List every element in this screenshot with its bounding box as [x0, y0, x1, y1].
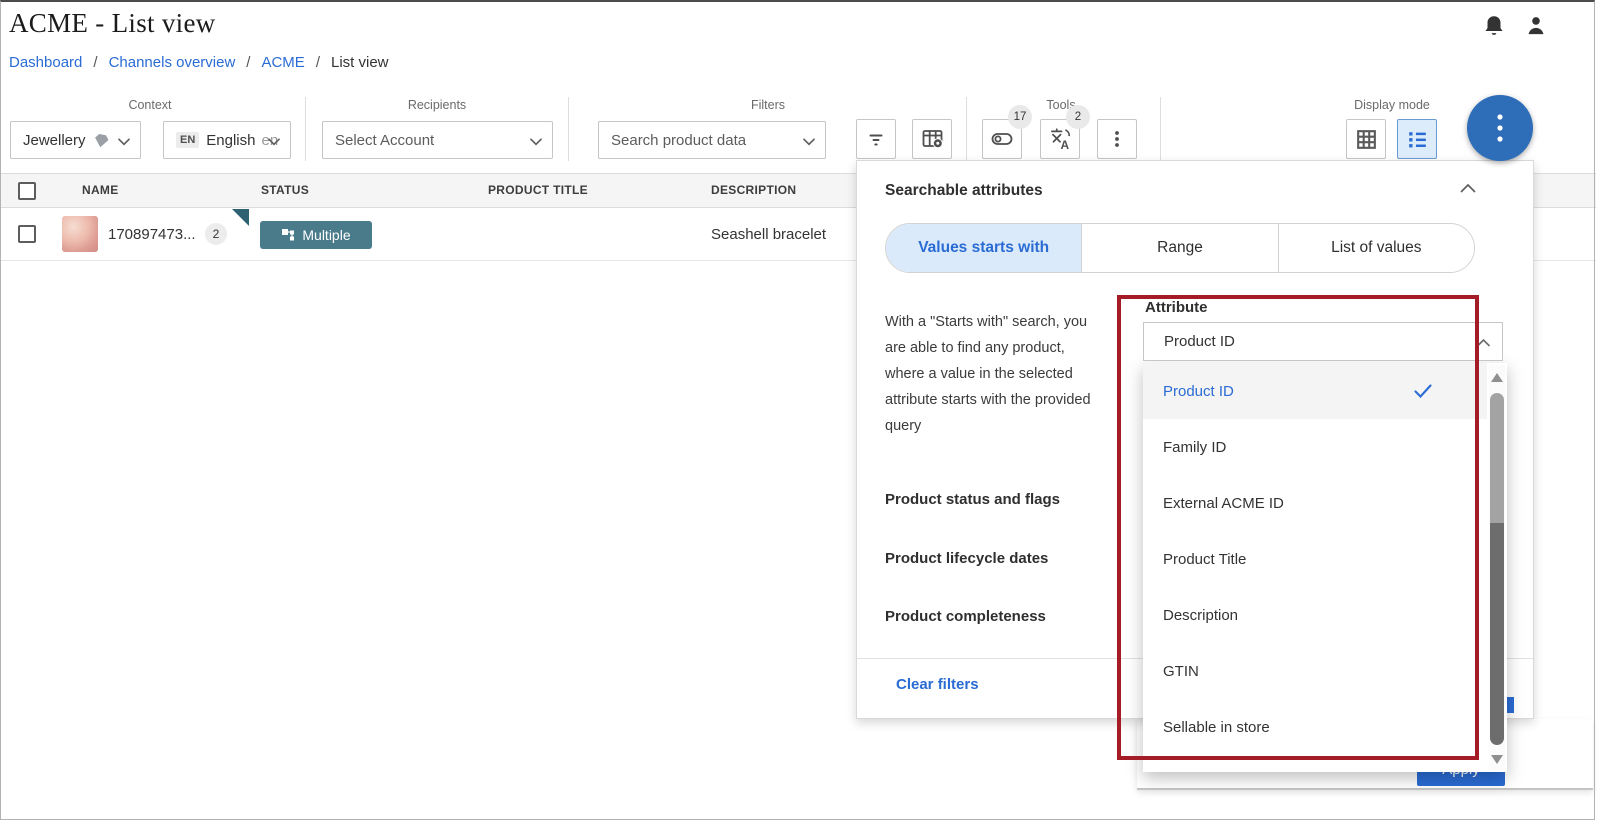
list-view-icon	[1405, 127, 1430, 152]
breadcrumb-acme[interactable]: ACME	[261, 54, 304, 71]
attribute-label: Attribute	[1145, 299, 1208, 316]
recipients-placeholder: Select Account	[335, 132, 434, 149]
translate-count-badge: 2	[1066, 105, 1090, 129]
attribute-options-popup: Product ID Family ID External ACME ID Pr…	[1143, 363, 1507, 772]
option-family-id[interactable]: Family ID	[1143, 419, 1487, 475]
breadcrumb: Dashboard / Channels overview / ACME / L…	[9, 54, 389, 71]
more-tools-button[interactable]	[1097, 119, 1137, 159]
context-locale-select[interactable]: EN English en	[163, 121, 291, 159]
locale-value: English	[206, 132, 255, 149]
option-label: Description	[1163, 607, 1238, 624]
option-label: Family ID	[1163, 439, 1226, 456]
option-external-acme-id[interactable]: External ACME ID	[1143, 475, 1487, 531]
checkmark-icon	[1414, 384, 1432, 398]
product-name: 170897473...	[108, 226, 196, 243]
product-thumbnail	[62, 216, 98, 252]
translate-icon: A	[1047, 126, 1073, 152]
status-label: Multiple	[302, 227, 350, 243]
chevron-up-icon[interactable]	[1460, 183, 1476, 193]
status-badge: Multiple	[260, 221, 372, 249]
breadcrumb-separator: /	[246, 54, 250, 71]
section-label-display-mode: Display mode	[1354, 98, 1430, 112]
option-label: External ACME ID	[1163, 495, 1284, 512]
breadcrumb-current: List view	[331, 54, 389, 71]
tab-list-of-values[interactable]: List of values	[1278, 224, 1474, 272]
option-gtin[interactable]: GTIN	[1143, 643, 1487, 699]
column-header-status: STATUS	[261, 183, 309, 197]
search-placeholder: Search product data	[611, 132, 746, 149]
section-label-context: Context	[128, 98, 171, 112]
option-sellable-in-store[interactable]: Sellable in store	[1143, 699, 1487, 755]
option-label: GTIN	[1163, 663, 1199, 680]
scrollbar-thumb[interactable]	[1490, 393, 1504, 745]
clear-filters-link[interactable]: Clear filters	[896, 676, 979, 693]
starts-with-help-text: With a "Starts with" search, you are abl…	[885, 309, 1097, 439]
product-description: Seashell bracelet	[711, 226, 826, 243]
search-product-data-select[interactable]: Search product data	[598, 121, 826, 159]
attribute-select[interactable]: Product ID	[1143, 322, 1503, 361]
user-icon[interactable]	[1523, 12, 1549, 40]
filter-lines-icon	[864, 127, 888, 151]
grid-view-icon	[1354, 127, 1379, 152]
bell-icon[interactable]	[1481, 12, 1507, 40]
toolbar-divider	[1160, 97, 1161, 161]
column-settings-button[interactable]	[912, 119, 952, 159]
toggle-count-badge: 17	[1008, 105, 1032, 129]
chevron-up-icon	[1477, 338, 1490, 347]
option-product-title[interactable]: Product Title	[1143, 531, 1487, 587]
breadcrumb-separator: /	[316, 54, 320, 71]
tab-values-starts-with[interactable]: Values starts with	[886, 224, 1081, 272]
chevron-down-icon	[530, 138, 542, 146]
svg-text:A: A	[1061, 138, 1070, 152]
variant-count-badge: 2	[205, 223, 227, 245]
search-mode-tabs: Values starts with Range List of values	[885, 223, 1475, 273]
floating-actions-button[interactable]	[1467, 95, 1533, 161]
section-product-completeness[interactable]: Product completeness	[885, 608, 1046, 625]
filter-button[interactable]	[856, 119, 896, 159]
display-mode-list-button[interactable]	[1397, 119, 1437, 159]
option-label: Sellable in store	[1163, 719, 1270, 736]
section-label-recipients: Recipients	[408, 98, 466, 112]
panel-title: Searchable attributes	[885, 182, 1043, 200]
table-columns-eye-icon	[920, 127, 945, 151]
more-vertical-icon	[1105, 127, 1129, 151]
context-category-select[interactable]: Jewellery	[10, 121, 141, 159]
dropdown-scrollbar[interactable]	[1489, 365, 1505, 770]
toolbar-divider	[305, 97, 306, 161]
multiple-values-icon	[281, 228, 295, 242]
scroll-up-arrow-icon[interactable]	[1491, 373, 1503, 382]
option-label: Product ID	[1163, 383, 1234, 400]
recipients-account-select[interactable]: Select Account	[322, 121, 553, 159]
page-title: ACME - List view	[9, 8, 216, 39]
chevron-down-icon	[268, 138, 280, 146]
more-vertical-icon	[1495, 111, 1505, 145]
jewel-icon	[93, 132, 110, 149]
section-product-lifecycle-dates[interactable]: Product lifecycle dates	[885, 550, 1048, 567]
chevron-down-icon	[803, 138, 815, 146]
column-header-product-title: PRODUCT TITLE	[488, 183, 588, 197]
option-label: Product Title	[1163, 551, 1246, 568]
breadcrumb-dashboard[interactable]: Dashboard	[9, 54, 82, 71]
toggle-pill-icon	[989, 127, 1015, 151]
section-product-status-and-flags[interactable]: Product status and flags	[885, 491, 1060, 508]
option-description[interactable]: Description	[1143, 587, 1487, 643]
corner-marker	[232, 209, 249, 226]
context-category-value: Jewellery	[23, 132, 86, 149]
scroll-down-arrow-icon[interactable]	[1491, 755, 1503, 764]
column-header-description: DESCRIPTION	[711, 183, 796, 197]
toolbar-divider	[568, 97, 569, 161]
chevron-down-icon	[118, 138, 130, 146]
select-all-checkbox[interactable]	[18, 182, 36, 200]
tab-range[interactable]: Range	[1081, 224, 1277, 272]
breadcrumb-separator: /	[93, 54, 97, 71]
section-label-filters: Filters	[751, 98, 785, 112]
option-product-id[interactable]: Product ID	[1143, 363, 1487, 419]
row-checkbox[interactable]	[18, 225, 36, 243]
display-mode-grid-button[interactable]	[1346, 119, 1386, 159]
locale-code-badge: EN	[176, 132, 199, 148]
attribute-selected-value: Product ID	[1164, 333, 1235, 350]
toolbar-divider	[966, 97, 967, 161]
column-header-name: NAME	[82, 183, 119, 197]
breadcrumb-channels-overview[interactable]: Channels overview	[109, 54, 236, 71]
